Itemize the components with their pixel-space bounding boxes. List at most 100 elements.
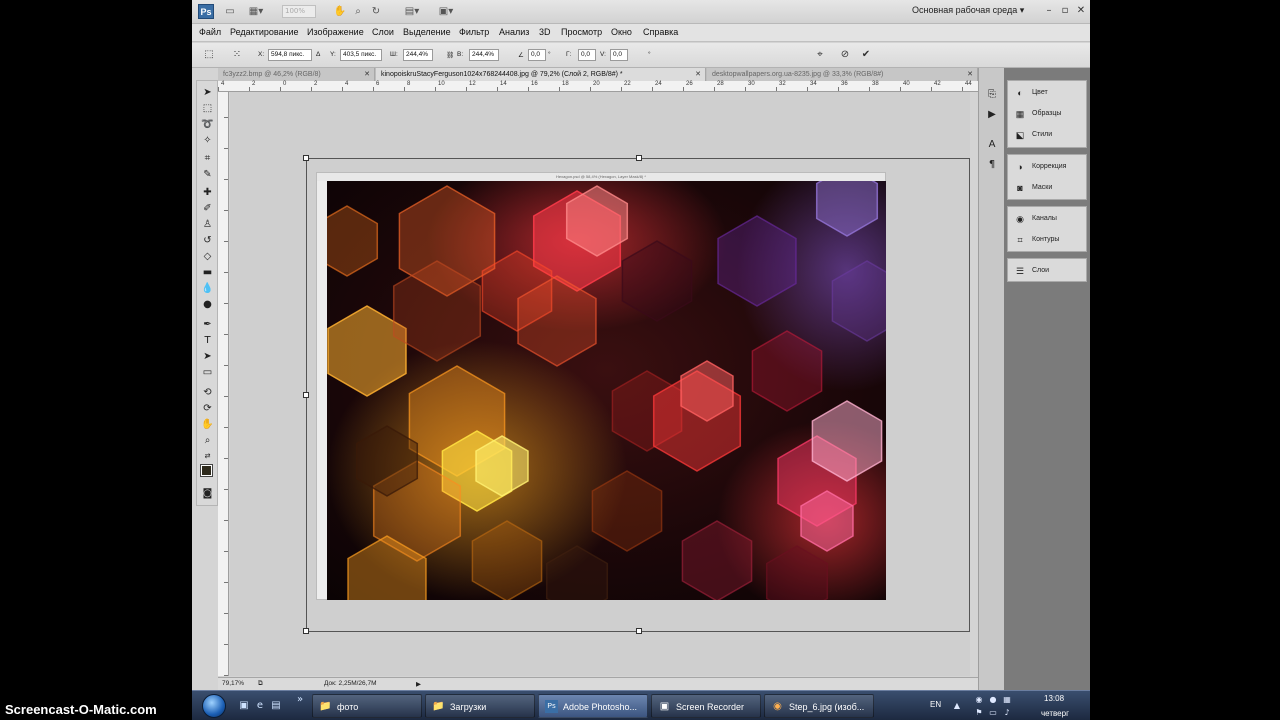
menu-edit[interactable]: Редактирование (230, 27, 299, 37)
actions-panel-icon[interactable]: ▶ (985, 108, 999, 122)
taskbar-button-downloads[interactable]: 📁 Загрузки (425, 694, 535, 718)
history-panel-icon[interactable]: ⎘ (985, 88, 999, 102)
menu-window[interactable]: Окно (611, 27, 632, 37)
hand-tool-icon[interactable]: ✋ (332, 5, 348, 18)
tray-volume-icon[interactable]: ♪ (1002, 708, 1012, 718)
panel-swatches[interactable]: ▦ Образцы (1012, 105, 1086, 123)
taskbar-button-step6[interactable]: ◉ Step_6.jpg (изоб... (764, 694, 874, 718)
taskbar-button-photos[interactable]: 📁 фото (312, 694, 422, 718)
rotate-view-icon[interactable]: ↻ (368, 5, 384, 18)
transform-handle-left[interactable] (303, 392, 309, 398)
swap-colors-icon[interactable]: ⇄ (199, 449, 216, 464)
menu-3d[interactable]: 3D (539, 27, 551, 37)
3d-orbit-icon[interactable]: ⟳ (199, 401, 216, 416)
transform-handle-top-left[interactable] (303, 155, 309, 161)
zoom-tool-icon[interactable]: ⌕ (350, 5, 366, 18)
close-icon[interactable]: ✕ (364, 68, 370, 81)
taskbar-button-photoshop[interactable]: Ps Adobe Photosho... (538, 694, 648, 718)
taskbar-button-screen-recorder[interactable]: ▣ Screen Recorder (651, 694, 761, 718)
explorer-icon[interactable]: ▤ (270, 700, 282, 712)
tray-app-icon[interactable]: ◉ (974, 695, 984, 705)
close-icon[interactable]: ✕ (695, 68, 701, 81)
menu-analysis[interactable]: Анализ (499, 27, 529, 37)
tray-record-icon[interactable]: ● (988, 695, 998, 705)
clone-stamp-icon[interactable]: ♙ (199, 217, 216, 232)
history-brush-icon[interactable]: ↺ (199, 233, 216, 248)
panel-styles[interactable]: ⬕ Стили (1012, 126, 1086, 144)
menu-file[interactable]: Файл (199, 27, 221, 37)
paragraph-panel-icon[interactable]: ¶ (985, 158, 999, 172)
vertical-ruler[interactable] (218, 92, 229, 676)
close-button[interactable]: ✕ (1074, 4, 1088, 18)
horizontal-ruler[interactable]: 4 2 0 2 4 6 8 10 12 14 16 18 20 22 24 26 28 30 32 34 36 38 40 4… (218, 81, 1003, 92)
menu-filter[interactable]: Фильтр (459, 27, 489, 37)
height-field[interactable]: 244,4% (469, 49, 499, 61)
start-button[interactable] (202, 694, 226, 718)
tool-preset-icon[interactable]: ⬚ (202, 48, 216, 62)
zoom-tool-icon[interactable]: ⌕ (199, 433, 216, 448)
menu-help[interactable]: Справка (643, 27, 678, 37)
gradient-tool-icon[interactable]: ▬ (199, 265, 216, 280)
commit-transform-icon[interactable]: ✔ (859, 48, 873, 62)
marquee-tool-icon[interactable]: ⬚ (199, 101, 216, 116)
cancel-transform-icon[interactable]: ⊘ (838, 48, 852, 62)
shape-tool-icon[interactable]: ▭ (199, 365, 216, 380)
brush-tool-icon[interactable]: ✐ (199, 201, 216, 216)
panel-layers[interactable]: ☰ Слои (1012, 262, 1086, 280)
tray-monitor-icon[interactable]: ▭ (988, 708, 998, 718)
panel-paths[interactable]: ⌗ Контуры (1012, 231, 1086, 249)
type-tool-icon[interactable]: T (199, 333, 216, 348)
vskew-field[interactable]: 0,0 (610, 49, 628, 61)
status-arrow-icon[interactable]: ▶ (416, 680, 421, 688)
move-tool-icon[interactable]: ➤ (199, 85, 216, 100)
reference-point-icon[interactable]: ⁙ (230, 48, 244, 62)
character-panel-icon[interactable]: A (985, 138, 999, 152)
screen-mode-icon[interactable]: ▣▾ (438, 5, 454, 18)
status-menu-icon[interactable]: ⧉ (258, 680, 263, 688)
magic-wand-icon[interactable]: ✧ (199, 133, 216, 148)
clock-time[interactable]: 13:08 (1044, 694, 1064, 703)
healing-brush-icon[interactable]: ✚ (199, 185, 216, 200)
tray-flag-icon[interactable]: ⚑ (974, 708, 984, 718)
zoom-readout[interactable]: 79,17% (222, 680, 244, 687)
tray-arrow-icon[interactable]: ▲ (952, 701, 962, 711)
menu-image[interactable]: Изображение (307, 27, 364, 37)
width-field[interactable]: 244,4% (403, 49, 433, 61)
warp-mode-icon[interactable]: ⌖ (813, 48, 827, 62)
zoom-level-dropdown[interactable]: 100% (282, 5, 316, 18)
hskew-field[interactable]: 0,0 (578, 49, 596, 61)
y-field[interactable]: 403,5 пикс. (340, 49, 382, 61)
transform-handle-bottom-left[interactable] (303, 628, 309, 634)
panel-masks[interactable]: ◙ Маски (1012, 179, 1086, 197)
language-indicator[interactable]: EN (930, 700, 941, 709)
hand-tool-icon[interactable]: ✋ (199, 417, 216, 432)
blur-tool-icon[interactable]: 💧 (199, 281, 216, 296)
crop-tool-icon[interactable]: ⌗ (199, 151, 216, 166)
3d-rotate-icon[interactable]: ⟲ (199, 385, 216, 400)
lasso-tool-icon[interactable]: ➰ (199, 117, 216, 132)
quick-mask-icon[interactable]: ◙ (199, 486, 216, 501)
panel-color[interactable]: ◐ Цвет (1012, 84, 1086, 102)
close-icon[interactable]: ✕ (967, 68, 973, 81)
panel-channels[interactable]: ◉ Каналы (1012, 210, 1086, 228)
foreground-color-swatch[interactable] (200, 464, 213, 477)
eyedropper-icon[interactable]: ✎ (199, 167, 216, 182)
eraser-tool-icon[interactable]: ◇ (199, 249, 216, 264)
angle-field[interactable]: 0,0 (528, 49, 546, 61)
menu-view[interactable]: Просмотр (561, 27, 602, 37)
workspace-switcher[interactable]: Основная рабочая среда ▾ (912, 5, 1024, 16)
dodge-tool-icon[interactable]: ● (199, 297, 216, 312)
minimize-button[interactable]: – (1042, 4, 1056, 18)
path-selection-icon[interactable]: ➤ (199, 349, 216, 364)
tray-network-icon[interactable]: ▦ (1002, 695, 1012, 705)
panel-adjustments[interactable]: ◑ Коррекция (1012, 158, 1086, 176)
show-desktop-icon[interactable]: ▣ (238, 700, 250, 712)
canvas-area[interactable]: Hexagon.psd @ 58,4% (Hexagon, Layer Mask… (230, 92, 970, 689)
view-extras-icon[interactable]: ▦▾ (248, 5, 264, 18)
bridge-icon[interactable]: ▭ (222, 5, 238, 18)
ie-icon[interactable]: e (254, 700, 266, 712)
pen-tool-icon[interactable]: ✒ (199, 317, 216, 332)
transform-handle-bottom[interactable] (636, 628, 642, 634)
x-field[interactable]: 594,8 пикс. (268, 49, 312, 61)
maximize-button[interactable]: ▫ (1058, 4, 1072, 18)
